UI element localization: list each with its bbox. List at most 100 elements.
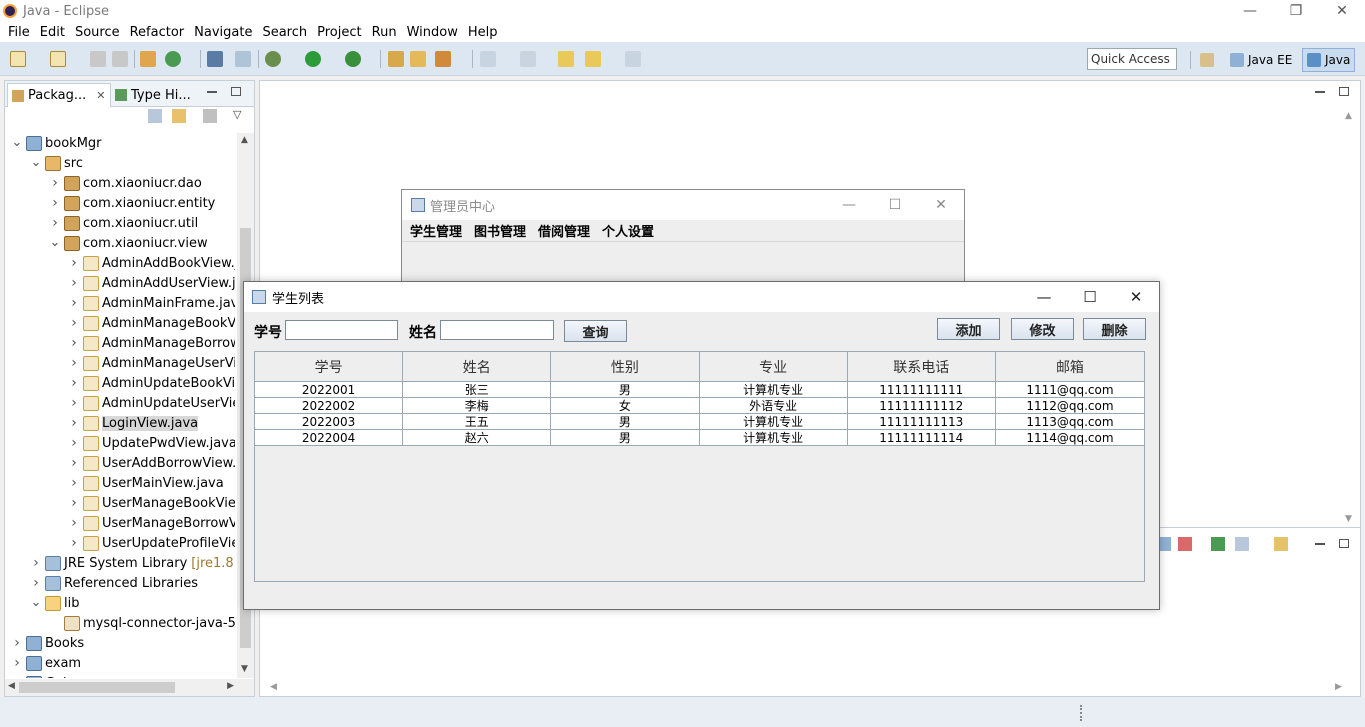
tree-item[interactable]: › UserMainView.java bbox=[68, 473, 224, 493]
tree-item[interactable]: › Referenced Libraries bbox=[30, 573, 198, 593]
expand-arrow-icon[interactable]: › bbox=[49, 215, 61, 231]
console-remove-icon[interactable] bbox=[1178, 537, 1192, 551]
collapse-arrow-icon[interactable]: ⌄ bbox=[49, 236, 61, 249]
tree-item[interactable]: ⌄ src bbox=[30, 153, 83, 173]
close-button[interactable]: ✕ bbox=[1319, 0, 1365, 22]
tree-item[interactable]: › Books bbox=[11, 633, 84, 653]
coverage-icon[interactable] bbox=[345, 51, 361, 67]
tree-item[interactable]: › exam bbox=[11, 653, 81, 673]
console-icon[interactable] bbox=[207, 51, 223, 67]
table-row[interactable]: 2022002 李梅女外语专业 11111111112 1112@qq.com bbox=[255, 398, 1144, 414]
student-name-input[interactable] bbox=[440, 320, 554, 340]
add-button[interactable]: 添加 bbox=[937, 318, 1000, 340]
expand-arrow-icon[interactable]: › bbox=[68, 295, 80, 311]
expand-arrow-icon[interactable]: › bbox=[11, 635, 23, 651]
column-header[interactable]: 专业 bbox=[700, 352, 848, 381]
h-scroll-thumb[interactable] bbox=[19, 682, 175, 693]
tree-item[interactable]: › Gobang bbox=[11, 673, 96, 678]
tree-item[interactable]: › AdminMainFrame.java bbox=[68, 293, 235, 313]
filters-icon[interactable] bbox=[203, 109, 217, 123]
open-console-icon[interactable] bbox=[1274, 537, 1288, 551]
expand-arrow-icon[interactable]: › bbox=[68, 455, 80, 471]
column-header[interactable]: 姓名 bbox=[403, 352, 552, 381]
scroll-down-icon[interactable]: ▼ bbox=[241, 664, 248, 674]
delete-button[interactable]: 删除 bbox=[1083, 318, 1146, 340]
menu-help[interactable]: Help bbox=[468, 25, 498, 40]
collapse-arrow-icon[interactable]: ⌄ bbox=[11, 136, 23, 149]
display-console-icon[interactable] bbox=[1235, 537, 1249, 551]
menu-project[interactable]: Project bbox=[317, 25, 361, 40]
perspective-java-ee[interactable]: Java EE bbox=[1226, 48, 1296, 72]
expand-arrow-icon[interactable]: › bbox=[11, 675, 23, 678]
menu-student-management[interactable]: 学生管理 bbox=[410, 221, 462, 240]
tree-item[interactable]: mysql-connector-java-5.1 bbox=[49, 613, 235, 633]
close-tab-icon[interactable]: ✕ bbox=[96, 89, 105, 102]
table-cell[interactable]: 张三 bbox=[403, 382, 552, 397]
table-cell[interactable]: 王五 bbox=[403, 414, 552, 429]
student-minimize-button[interactable]: — bbox=[1021, 282, 1067, 312]
tree-item[interactable]: ⌄ com.xiaoniucr.view bbox=[49, 233, 208, 253]
view-menu-icon[interactable]: ▽ bbox=[233, 108, 241, 121]
table-cell[interactable]: 李梅 bbox=[403, 398, 552, 413]
edit-button[interactable]: 修改 bbox=[1011, 318, 1074, 340]
table-cell[interactable]: 2022002 bbox=[255, 398, 404, 413]
table-cell[interactable]: 11111111111 bbox=[848, 382, 996, 397]
minimize-button[interactable]: — bbox=[1227, 0, 1273, 22]
tree-item[interactable]: › AdminManageBorrow bbox=[68, 333, 235, 353]
table-cell[interactable]: 计算机专业 bbox=[700, 382, 848, 397]
run-icon[interactable] bbox=[305, 51, 321, 67]
table-cell[interactable]: 男 bbox=[551, 414, 700, 429]
menu-edit[interactable]: Edit bbox=[40, 25, 65, 40]
menu-refactor[interactable]: Refactor bbox=[130, 25, 185, 40]
expand-arrow-icon[interactable]: › bbox=[68, 315, 80, 331]
link-editor-icon[interactable] bbox=[172, 109, 186, 123]
table-cell[interactable]: 2022001 bbox=[255, 382, 404, 397]
expand-arrow-icon[interactable]: › bbox=[68, 395, 80, 411]
expand-arrow-icon[interactable]: › bbox=[68, 415, 80, 431]
pin-console-icon[interactable] bbox=[1211, 537, 1225, 551]
expand-arrow-icon[interactable]: › bbox=[68, 535, 80, 551]
tree-item[interactable]: › AdminUpdateUserView bbox=[68, 393, 235, 413]
expand-arrow-icon[interactable]: › bbox=[68, 335, 80, 351]
expand-arrow-icon[interactable]: › bbox=[30, 575, 42, 591]
expand-arrow-icon[interactable]: › bbox=[11, 655, 23, 671]
tree-horizontal-scrollbar[interactable]: ◀ ▶ bbox=[5, 679, 254, 696]
tree-item[interactable]: › com.xiaoniucr.util bbox=[49, 213, 198, 233]
back-icon[interactable] bbox=[558, 51, 574, 67]
maximize-view-icon[interactable] bbox=[231, 87, 241, 96]
menu-search[interactable]: Search bbox=[262, 25, 307, 40]
expand-arrow-icon[interactable]: › bbox=[68, 255, 80, 271]
tab-package-explorer[interactable]: Packag... ✕ bbox=[7, 83, 111, 107]
student-id-input[interactable] bbox=[285, 320, 398, 340]
table-cell[interactable]: 2022004 bbox=[255, 430, 404, 445]
search-button[interactable]: 查询 bbox=[564, 320, 627, 342]
collapse-arrow-icon[interactable]: ⌄ bbox=[30, 156, 42, 169]
menu-file[interactable]: File bbox=[8, 25, 30, 40]
menu-book-management[interactable]: 图书管理 bbox=[474, 221, 526, 240]
editor-scroll-up-icon[interactable]: ▲ bbox=[1345, 111, 1352, 121]
last-edit-icon[interactable] bbox=[520, 51, 536, 67]
tree-item[interactable]: › AdminAddBookView.ja bbox=[68, 253, 235, 273]
tree-item[interactable]: › AdminAddUserView.ja bbox=[68, 273, 235, 293]
table-cell[interactable]: 1114@qq.com bbox=[996, 430, 1144, 445]
debug-icon[interactable] bbox=[265, 51, 281, 67]
column-header[interactable]: 学号 bbox=[255, 352, 404, 381]
expand-arrow-icon[interactable]: › bbox=[49, 175, 61, 191]
admin-close-button[interactable]: ✕ bbox=[918, 190, 964, 220]
table-cell[interactable]: 赵六 bbox=[403, 430, 552, 445]
scroll-up-icon[interactable]: ▲ bbox=[241, 135, 248, 145]
tree-item[interactable]: › UpdatePwdView.java bbox=[68, 433, 235, 453]
new-java-icon[interactable] bbox=[50, 51, 66, 67]
tree-item[interactable]: › UserManageBorrowVi bbox=[68, 513, 235, 533]
expand-arrow-icon[interactable]: › bbox=[68, 475, 80, 491]
menu-source[interactable]: Source bbox=[75, 25, 120, 40]
menu-navigate[interactable]: Navigate bbox=[194, 25, 252, 40]
table-cell[interactable]: 11111111113 bbox=[848, 414, 996, 429]
admin-minimize-button[interactable]: — bbox=[826, 190, 872, 220]
expand-arrow-icon[interactable]: › bbox=[68, 355, 80, 371]
table-cell[interactable]: 男 bbox=[551, 430, 700, 445]
table-cell[interactable]: 1111@qq.com bbox=[996, 382, 1144, 397]
table-row[interactable]: 2022001 张三男计算机专业 11111111111 1111@qq.com bbox=[255, 382, 1144, 398]
open-type-icon[interactable] bbox=[388, 51, 404, 67]
console-minimize-icon[interactable] bbox=[1315, 543, 1325, 545]
